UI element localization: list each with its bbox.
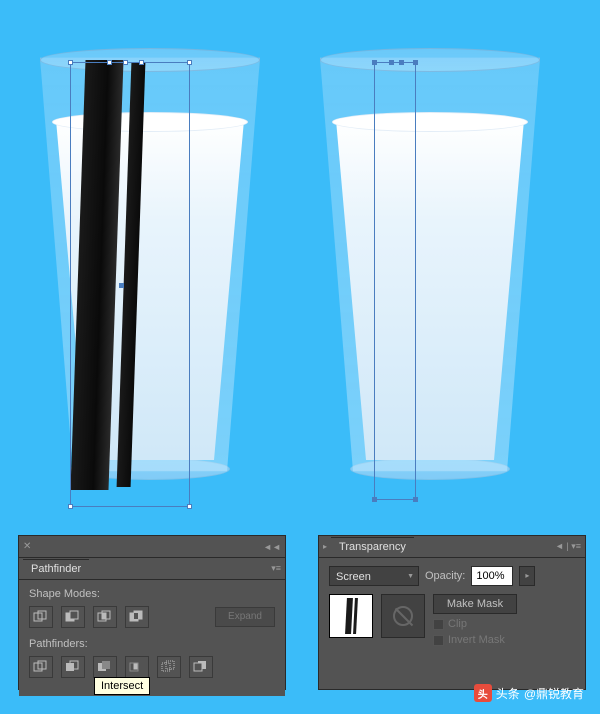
transparency-panel: ▸ Transparency ◄ | ▾≡ Screen Opacity: ▸ … bbox=[318, 535, 586, 690]
minus-back-icon[interactable] bbox=[189, 656, 213, 678]
anchor-point[interactable] bbox=[399, 60, 404, 65]
anchor-point[interactable] bbox=[123, 60, 128, 65]
crop-icon[interactable] bbox=[125, 656, 149, 678]
anchor-point[interactable] bbox=[187, 504, 192, 509]
no-mask-icon bbox=[393, 606, 413, 626]
pathfinders-row: Intersect bbox=[29, 656, 275, 678]
anchor-point[interactable] bbox=[139, 60, 144, 65]
clip-label: Clip bbox=[448, 618, 467, 630]
selection-bounding-box[interactable] bbox=[374, 62, 416, 500]
blend-opacity-row: Screen Opacity: ▸ bbox=[329, 566, 575, 586]
anchor-point[interactable] bbox=[68, 504, 73, 509]
anchor-point[interactable] bbox=[413, 60, 418, 65]
panel-header[interactable]: ✕ ◄◄ bbox=[19, 536, 285, 558]
clip-checkbox bbox=[433, 619, 444, 630]
exclude-icon[interactable] bbox=[125, 606, 149, 628]
illustration-glass-right bbox=[320, 40, 540, 480]
opacity-label: Opacity: bbox=[425, 570, 465, 582]
anchor-point[interactable] bbox=[107, 60, 112, 65]
shape-modes-label: Shape Modes: bbox=[29, 588, 275, 600]
watermark: 头 头条 @鼎锐教育 bbox=[474, 684, 584, 702]
panel-tab-pathfinder[interactable]: Pathfinder bbox=[23, 559, 89, 578]
blend-mode-dropdown[interactable]: Screen bbox=[329, 566, 419, 586]
make-mask-button[interactable]: Make Mask bbox=[433, 594, 517, 614]
watermark-prefix: 头条 bbox=[496, 685, 520, 702]
close-icon[interactable]: ✕ bbox=[23, 541, 31, 552]
selection-bounding-box[interactable] bbox=[70, 62, 190, 507]
invert-mask-checkbox-row: Invert Mask bbox=[433, 634, 517, 646]
anchor-point[interactable] bbox=[187, 60, 192, 65]
merge-icon[interactable]: Intersect bbox=[93, 656, 117, 678]
watermark-author: @鼎锐教育 bbox=[524, 685, 584, 702]
panel-body: Shape Modes: Expand Pathfinders: Interse… bbox=[19, 580, 285, 696]
trim-icon[interactable] bbox=[61, 656, 85, 678]
artwork-thumbnail[interactable] bbox=[329, 594, 373, 638]
panel-body: Screen Opacity: ▸ Make Mask Clip bbox=[319, 558, 585, 654]
outline-icon[interactable] bbox=[157, 656, 181, 678]
invert-mask-checkbox bbox=[433, 635, 444, 646]
unite-icon[interactable] bbox=[29, 606, 53, 628]
anchor-point[interactable] bbox=[68, 60, 73, 65]
invert-mask-label: Invert Mask bbox=[448, 634, 505, 646]
panel-tab-transparency[interactable]: Transparency bbox=[331, 537, 414, 556]
panel-collapse-icon[interactable]: ◄◄ bbox=[263, 542, 281, 552]
mask-thumbnail[interactable] bbox=[381, 594, 425, 638]
pathfinder-panel: ✕ ◄◄ Pathfinder ▾≡ Shape Modes: Expand P… bbox=[18, 535, 286, 690]
anchor-center[interactable] bbox=[119, 283, 124, 288]
mask-controls: Make Mask Clip Invert Mask bbox=[433, 594, 517, 646]
minus-front-icon[interactable] bbox=[61, 606, 85, 628]
shape-modes-row: Expand bbox=[29, 606, 275, 628]
mask-thumbnails-row: Make Mask Clip Invert Mask bbox=[329, 594, 575, 646]
clip-checkbox-row: Clip bbox=[433, 618, 517, 630]
expand-button: Expand bbox=[215, 607, 275, 627]
glass-rim bbox=[320, 48, 540, 72]
expand-toggle-icon[interactable]: ▸ bbox=[323, 542, 327, 551]
panel-tab-bar: Pathfinder ▾≡ bbox=[19, 558, 285, 580]
watermark-logo-icon: 头 bbox=[474, 684, 492, 702]
milk-surface bbox=[332, 112, 528, 132]
anchor-point[interactable] bbox=[372, 60, 377, 65]
opacity-slider-button[interactable]: ▸ bbox=[519, 566, 535, 586]
intersect-icon[interactable] bbox=[93, 606, 117, 628]
opacity-input[interactable] bbox=[471, 566, 513, 586]
anchor-point[interactable] bbox=[372, 497, 377, 502]
anchor-point[interactable] bbox=[413, 497, 418, 502]
divide-icon[interactable] bbox=[29, 656, 53, 678]
anchor-point[interactable] bbox=[389, 60, 394, 65]
panel-menu-icon[interactable]: ▾≡ bbox=[271, 563, 281, 574]
pathfinders-label: Pathfinders: bbox=[29, 638, 275, 650]
panel-menu-icon[interactable]: ◄ | ▾≡ bbox=[555, 541, 581, 552]
tooltip: Intersect bbox=[94, 677, 150, 695]
illustration-glass-left bbox=[40, 40, 260, 480]
panel-tab-bar: ▸ Transparency ◄ | ▾≡ bbox=[319, 536, 585, 558]
